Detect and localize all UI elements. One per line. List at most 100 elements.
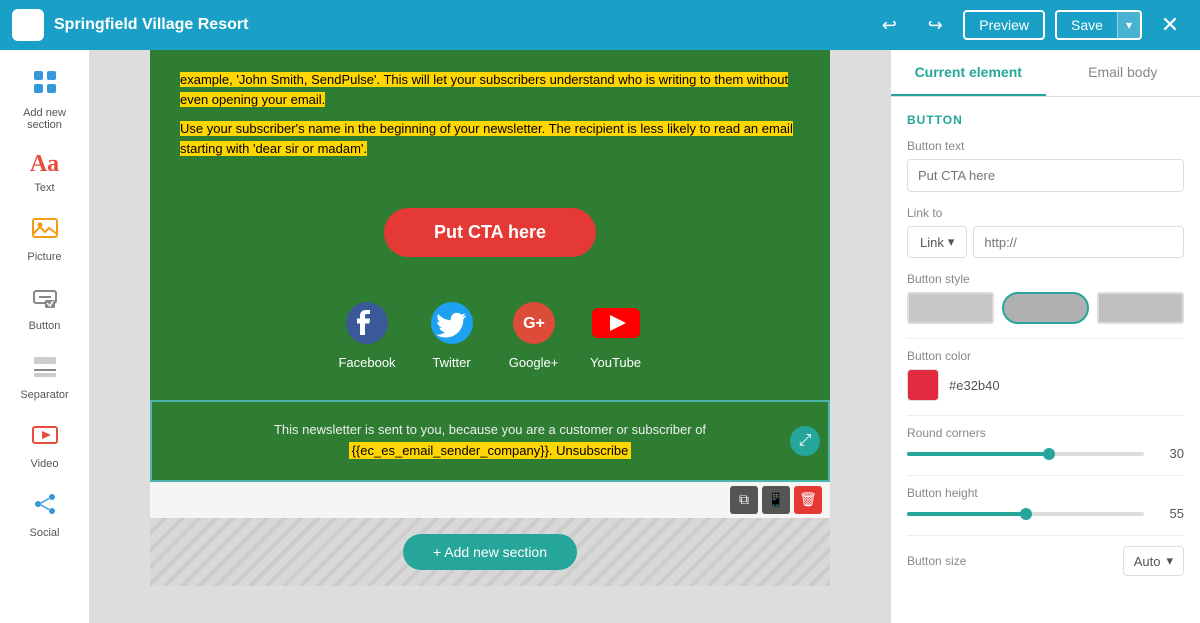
button-icon <box>31 283 59 316</box>
sidebar-item-separator[interactable]: Separator <box>7 344 83 409</box>
social-icon <box>31 490 59 523</box>
round-corners-thumb[interactable] <box>1043 448 1055 460</box>
footer-variable: {{ec_es_email_sender_company}}. Unsubscr… <box>349 442 632 459</box>
color-hex-value: #e32b40 <box>949 378 1000 393</box>
add-section-bar: + Add new section <box>150 518 830 586</box>
grid-icon <box>31 68 59 103</box>
sidebar-item-label: Video <box>31 458 59 470</box>
link-row: Link ▾ <box>907 226 1184 258</box>
divider-2 <box>907 415 1184 416</box>
separator-icon <box>31 352 59 385</box>
close-button[interactable]: ✕ <box>1152 7 1188 43</box>
button-size-value: Auto <box>1134 554 1161 569</box>
email-text-section[interactable]: example, 'John Smith, SendPulse'. This w… <box>150 50 830 188</box>
text-block-1: example, 'John Smith, SendPulse'. This w… <box>180 70 800 109</box>
sidebar-item-label: Text <box>34 182 54 194</box>
footer-tool-copy[interactable]: ⧉ <box>730 486 758 514</box>
tab-current-element[interactable]: Current element <box>891 50 1046 96</box>
link-type-button[interactable]: Link ▾ <box>907 226 967 258</box>
round-corners-value: 30 <box>1154 446 1184 461</box>
footer-text-line2: {{ec_es_email_sender_company}}. Unsubscr… <box>182 441 798 462</box>
button-size-label: Button size <box>907 554 966 568</box>
footer-section[interactable]: This newsletter is sent to you, because … <box>150 400 830 482</box>
sidebar-item-label: Button <box>29 320 61 332</box>
footer-toolbar: ⧉ 📱 🗑 <box>150 482 830 518</box>
topbar: Springfield Village Resort ↩ ↪ Preview S… <box>0 0 1200 50</box>
tab-email-body[interactable]: Email body <box>1046 50 1200 96</box>
facebook-icon <box>341 297 393 349</box>
social-section[interactable]: Facebook Twitter <box>150 277 830 400</box>
button-size-row: Button size Auto ▾ <box>907 546 1184 576</box>
undo-button[interactable]: ↩ <box>871 7 907 43</box>
footer-move-button[interactable]: ⤢ <box>790 426 820 456</box>
sidebar-item-text[interactable]: Aa Text <box>7 143 83 202</box>
link-dropdown-icon: ▾ <box>948 234 955 250</box>
twitter-icon <box>426 297 478 349</box>
button-height-fill <box>907 512 1026 516</box>
button-text-label: Button text <box>907 139 1184 153</box>
social-label-twitter: Twitter <box>432 355 470 370</box>
redo-button[interactable]: ↪ <box>917 7 953 43</box>
youtube-icon <box>590 297 642 349</box>
divider-4 <box>907 535 1184 536</box>
link-url-input[interactable] <box>973 226 1184 258</box>
video-icon <box>31 421 59 454</box>
style-opt-3[interactable] <box>1097 292 1184 324</box>
canvas-area[interactable]: example, 'John Smith, SendPulse'. This w… <box>90 50 890 623</box>
picture-icon <box>31 214 59 247</box>
social-label-googleplus: Google+ <box>509 355 559 370</box>
button-height-thumb[interactable] <box>1020 508 1032 520</box>
save-group: Save ▾ <box>1055 10 1142 40</box>
social-item-googleplus[interactable]: G+ Google+ <box>508 297 560 370</box>
sidebar-item-button[interactable]: Button <box>7 275 83 340</box>
button-height-slider-row: 55 <box>907 506 1184 521</box>
panel-section-title: BUTTON <box>907 113 1184 127</box>
panel-tabs: Current element Email body <box>891 50 1200 97</box>
sidebar-item-label: Picture <box>27 251 61 263</box>
link-type-label: Link <box>920 235 944 250</box>
social-item-twitter[interactable]: Twitter <box>426 297 478 370</box>
round-corners-slider-row: 30 <box>907 446 1184 461</box>
round-corners-fill <box>907 452 1049 456</box>
style-opt-1[interactable] <box>907 292 994 324</box>
svg-text:G+: G+ <box>523 315 545 332</box>
text-icon: Aa <box>30 151 59 178</box>
button-height-track <box>907 512 1144 516</box>
link-to-label: Link to <box>907 206 1184 220</box>
footer-tool-delete[interactable]: 🗑 <box>794 486 822 514</box>
button-size-chevron: ▾ <box>1166 553 1173 569</box>
cta-section[interactable]: Put CTA here <box>150 188 830 277</box>
social-label-youtube: YouTube <box>590 355 641 370</box>
save-dropdown-button[interactable]: ▾ <box>1117 12 1140 38</box>
button-height-label: Button height <box>907 486 1184 500</box>
panel-content: BUTTON Button text Link to Link ▾ Button… <box>891 97 1200 606</box>
color-swatch[interactable] <box>907 369 939 401</box>
social-icons-row: Facebook Twitter <box>338 297 641 370</box>
button-size-dropdown[interactable]: Auto ▾ <box>1123 546 1184 576</box>
social-item-facebook[interactable]: Facebook <box>338 297 395 370</box>
text-block-2: Use your subscriber's name in the beginn… <box>180 119 800 158</box>
social-item-youtube[interactable]: YouTube <box>590 297 642 370</box>
add-section-button[interactable]: + Add new section <box>403 534 577 570</box>
cta-button[interactable]: Put CTA here <box>384 208 596 257</box>
button-text-input[interactable] <box>907 159 1184 192</box>
sidebar-item-add-section[interactable]: Add new section <box>7 60 83 139</box>
social-label-facebook: Facebook <box>338 355 395 370</box>
sidebar-item-picture[interactable]: Picture <box>7 206 83 271</box>
color-row: #e32b40 <box>907 369 1184 401</box>
round-corners-track <box>907 452 1144 456</box>
googleplus-icon: G+ <box>508 297 560 349</box>
save-button[interactable]: Save <box>1057 12 1117 38</box>
email-canvas: example, 'John Smith, SendPulse'. This w… <box>150 50 830 623</box>
sidebar-item-label: Add new section <box>23 107 66 131</box>
preview-button[interactable]: Preview <box>963 10 1045 40</box>
sidebar-item-video[interactable]: Video <box>7 413 83 478</box>
sidebar-item-social[interactable]: Social <box>7 482 83 547</box>
main-layout: Add new section Aa Text Picture <box>0 50 1200 623</box>
app-title: Springfield Village Resort <box>54 16 861 34</box>
style-options <box>907 292 1184 324</box>
footer-tool-mobile[interactable]: 📱 <box>762 486 790 514</box>
style-opt-2[interactable] <box>1002 292 1089 324</box>
footer-text-line1: This newsletter is sent to you, because … <box>182 420 798 441</box>
footer-wrapper: This newsletter is sent to you, because … <box>150 400 830 518</box>
